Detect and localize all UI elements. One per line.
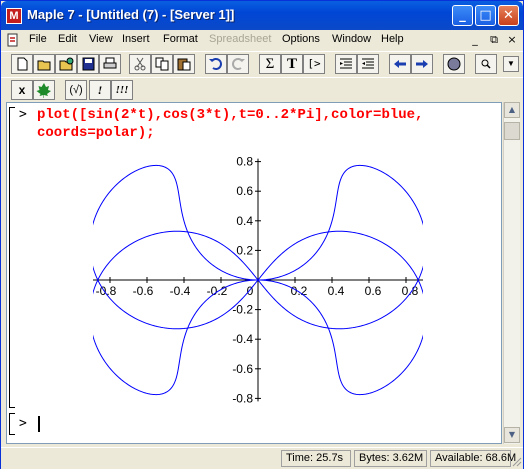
scroll-thumb[interactable] <box>504 122 520 140</box>
menu-view[interactable]: View <box>89 33 113 45</box>
new-icon[interactable] <box>11 54 33 74</box>
resize-grip-icon[interactable] <box>511 456 522 467</box>
close-button[interactable]: ✕ <box>498 5 519 26</box>
minimize-button[interactable]: _ <box>452 5 473 26</box>
text-icon[interactable]: T <box>281 54 303 74</box>
window-title: Maple 7 - [Untitled (7) - [Server 1]] <box>27 7 235 22</box>
menu-bar: File Edit View Insert Format Spreadsheet… <box>1 30 523 50</box>
menu-format[interactable]: Format <box>163 33 198 45</box>
close-icon: ✕ <box>503 8 514 23</box>
scroll-up-icon[interactable]: ▲ <box>504 102 520 118</box>
y-tick-label: 0.4 <box>236 214 253 228</box>
maximize-icon: □ <box>479 8 492 23</box>
execution-group-bracket[interactable] <box>9 107 15 408</box>
y-tick-label: 0.6 <box>236 184 253 198</box>
back-icon[interactable] <box>389 54 411 74</box>
maple-leaf-icon[interactable] <box>33 80 55 100</box>
main-toolbar: Σ T [> ▼ <box>1 51 523 77</box>
copy-icon[interactable] <box>151 54 173 74</box>
x-tick-label: -0.6 <box>133 284 154 298</box>
empty-group-bracket[interactable] <box>9 413 15 435</box>
undo-icon[interactable] <box>205 54 227 74</box>
status-bytes: Bytes: 3.62M <box>354 450 427 467</box>
outdent-icon[interactable] <box>357 54 379 74</box>
check-syntax-button[interactable]: (√) <box>65 80 87 100</box>
context-toolbar: x (√) ! !!! <box>1 77 523 102</box>
x-tick-label: 0.6 <box>365 284 382 298</box>
worksheet[interactable]: > plot([sin(2*t),cos(3*t),t=0..2*Pi],col… <box>6 102 502 444</box>
maple-app-icon[interactable]: M <box>6 8 22 24</box>
indent-icon[interactable] <box>335 54 357 74</box>
x-tick-label: -0.4 <box>170 284 191 298</box>
x-tick-label: 0.4 <box>328 284 345 298</box>
status-bar: Time: 25.7s Bytes: 3.62M Available: 68.6… <box>1 447 523 469</box>
mdi-minimize-icon[interactable]: _ <box>467 32 483 48</box>
menu-insert[interactable]: Insert <box>122 33 150 45</box>
menu-options[interactable]: Options <box>282 33 320 45</box>
input-prompt-icon[interactable]: [> <box>303 54 325 74</box>
title-bar[interactable]: M Maple 7 - [Untitled (7) - [Server 1]] … <box>1 1 523 30</box>
menu-window[interactable]: Window <box>332 33 371 45</box>
paste-icon[interactable] <box>173 54 195 74</box>
mdi-restore-icon[interactable]: ⧉ <box>486 32 502 48</box>
status-available: Available: 68.6M <box>430 450 516 467</box>
toolbar-dropdown-icon[interactable]: ▼ <box>503 56 519 72</box>
text-cursor <box>38 416 40 432</box>
vertical-scrollbar[interactable]: ▲ ▼ <box>503 102 520 444</box>
empty-input-prompt: > <box>19 416 27 431</box>
zoom-icon[interactable] <box>475 54 497 74</box>
redo-icon[interactable] <box>227 54 249 74</box>
status-time: Time: 25.7s <box>281 450 351 467</box>
execute-all-button[interactable]: !!! <box>111 80 133 100</box>
execute-button[interactable]: ! <box>89 80 111 100</box>
open-url-icon[interactable] <box>55 54 77 74</box>
menu-help[interactable]: Help <box>381 33 404 45</box>
y-tick-label: -0.6 <box>232 362 253 376</box>
input-prompt: > <box>19 107 27 122</box>
command-line-2[interactable]: coords=polar); <box>37 125 155 141</box>
x-tick-label: -0.8 <box>96 284 117 298</box>
command-line-1[interactable]: plot([sin(2*t),cos(3*t),t=0..2*Pi],color… <box>37 107 423 123</box>
maple-window: M Maple 7 - [Untitled (7) - [Server 1]] … <box>0 0 524 469</box>
polar-plot[interactable]: -0.8 -0.6 -0.4 -0.2 0 0.2 0.4 0.6 0.80.80.60.40.… <box>93 153 423 407</box>
menu-edit[interactable]: Edit <box>58 33 77 45</box>
maximize-button[interactable]: □ <box>475 5 496 26</box>
open-icon[interactable] <box>33 54 55 74</box>
menu-spreadsheet: Spreadsheet <box>209 33 272 45</box>
interrupt-button[interactable]: x <box>11 80 33 100</box>
scroll-down-icon[interactable]: ▼ <box>504 427 520 443</box>
save-icon[interactable] <box>77 54 99 74</box>
minimize-icon: _ <box>459 8 466 23</box>
mdi-close-icon[interactable]: × <box>504 32 520 48</box>
sigma-icon[interactable]: Σ <box>259 54 281 74</box>
print-icon[interactable] <box>99 54 121 74</box>
y-tick-label: 0.2 <box>236 243 253 257</box>
stop-icon[interactable] <box>443 54 465 74</box>
menu-file[interactable]: File <box>29 33 47 45</box>
y-tick-label: -0.8 <box>232 391 253 405</box>
y-tick-label: -0.4 <box>232 332 253 346</box>
x-tick-label: 0.8 <box>402 284 419 298</box>
forward-icon[interactable] <box>411 54 433 74</box>
y-tick-label: 0.8 <box>236 155 253 169</box>
cut-icon[interactable] <box>129 54 151 74</box>
document-icon[interactable] <box>6 33 20 47</box>
x-tick-label: -0.2 <box>207 284 228 298</box>
